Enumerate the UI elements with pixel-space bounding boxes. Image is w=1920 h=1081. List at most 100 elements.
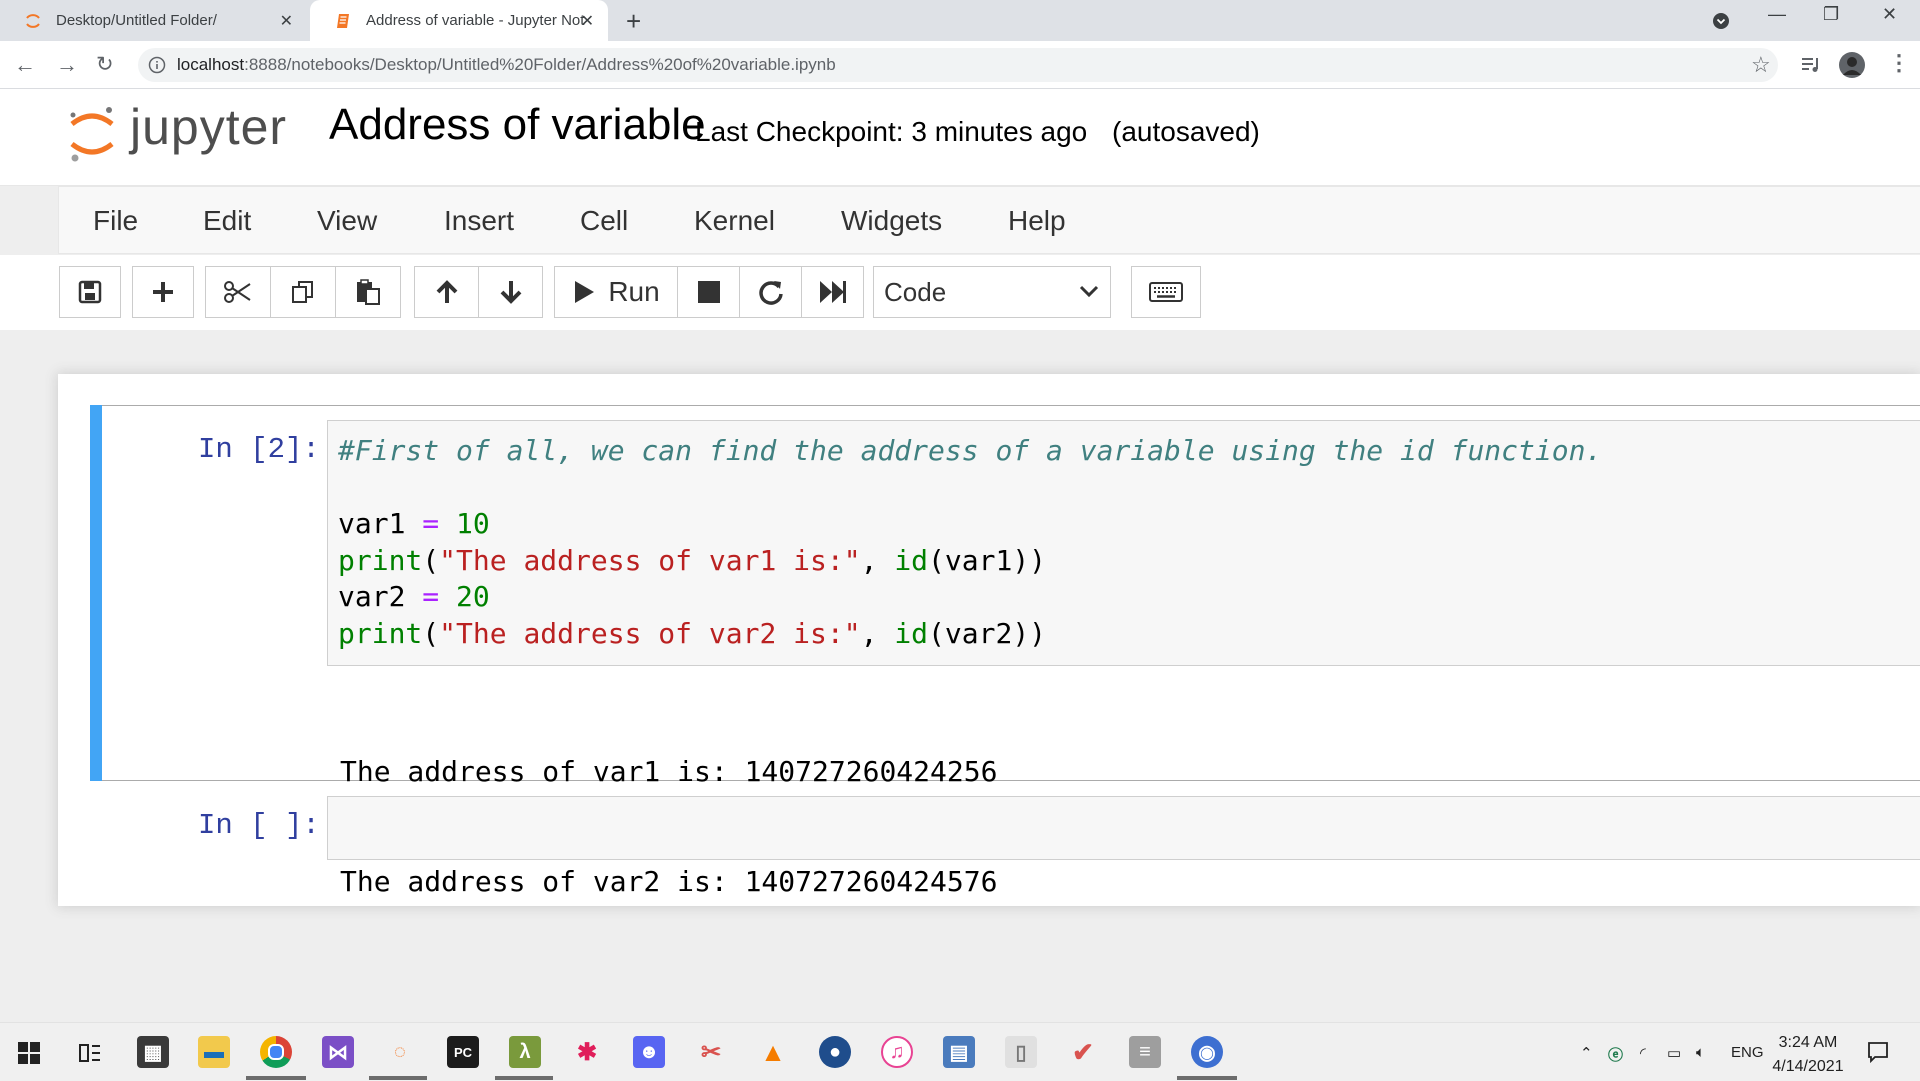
visual-studio-icon[interactable]: ⋈: [322, 1036, 354, 1068]
checklist-app-icon[interactable]: ✔: [1067, 1036, 1099, 1068]
jupyter-app-icon[interactable]: ◌: [384, 1036, 416, 1068]
lambda-app-icon[interactable]: λ: [509, 1036, 541, 1068]
notifications-icon[interactable]: [1866, 1040, 1890, 1064]
open-app-indicator: [1177, 1076, 1237, 1080]
wifi-icon[interactable]: ◜: [1640, 1044, 1646, 1062]
browser-tab-folder[interactable]: Desktop/Untitled Folder/ ✕: [0, 0, 307, 41]
media-control-icon[interactable]: [1800, 56, 1822, 74]
system-clock[interactable]: 3:24 AM 4/14/2021: [1768, 1031, 1848, 1079]
chevron-down-icon: [1079, 285, 1099, 298]
notebook-icon: [337, 13, 349, 28]
discord-icon[interactable]: ☻: [633, 1036, 665, 1068]
minimize-button[interactable]: —: [1768, 4, 1786, 25]
close-tab-icon[interactable]: ✕: [581, 11, 594, 31]
code-comment: #First of all, we can find the address o…: [338, 434, 1603, 467]
cell-type-select[interactable]: Code: [873, 266, 1111, 318]
language-indicator[interactable]: ENG: [1731, 1044, 1764, 1061]
play-icon: [575, 281, 595, 303]
store-icon[interactable]: ▦: [137, 1036, 169, 1068]
save-icon: [78, 280, 102, 304]
jupyter-logo-text[interactable]: jupyter: [130, 98, 287, 156]
reload-icon[interactable]: ↻: [96, 52, 114, 77]
media-app-icon[interactable]: ●: [819, 1036, 851, 1068]
menu-widgets[interactable]: Widgets: [841, 205, 942, 237]
keyboard-icon: [1149, 282, 1183, 302]
windows-start-icon[interactable]: [18, 1042, 40, 1064]
stop-icon: [697, 281, 720, 303]
battery-icon[interactable]: ▭: [1667, 1044, 1681, 1062]
menu-edit[interactable]: Edit: [203, 205, 251, 237]
slack-icon[interactable]: ✱: [571, 1036, 603, 1068]
itunes-icon[interactable]: ♫: [881, 1036, 913, 1068]
paste-icon: [357, 279, 380, 305]
calculator-icon[interactable]: ▤: [943, 1036, 975, 1068]
file-explorer-icon[interactable]: ▬: [198, 1036, 230, 1068]
active-app-indicator: [246, 1076, 306, 1080]
menu-kernel[interactable]: Kernel: [694, 205, 775, 237]
move-up-button[interactable]: [414, 266, 479, 318]
settings-app-icon[interactable]: ◉: [1191, 1036, 1223, 1068]
run-label: Run: [608, 276, 660, 307]
jupyter-spinner-icon: [26, 13, 40, 28]
snipping-tool-icon[interactable]: ✂: [695, 1036, 727, 1068]
menu-view[interactable]: View: [317, 205, 377, 237]
move-down-button[interactable]: [478, 266, 543, 318]
code-line: print("The address of var2 is:", id(var2…: [338, 616, 1047, 650]
avatar[interactable]: [1838, 51, 1866, 79]
notes-app-icon[interactable]: ≡: [1129, 1036, 1161, 1068]
output-line: The address of var2 is: 140727260424576: [340, 864, 998, 898]
clock-time: 3:24 AM: [1778, 1034, 1838, 1051]
browser-tab-notebook[interactable]: Address of variable - Jupyter Not ✕: [310, 0, 608, 41]
pycharm-icon[interactable]: PC: [447, 1036, 479, 1068]
save-button[interactable]: [59, 266, 121, 318]
autosave-status: (autosaved): [1112, 116, 1260, 147]
notebook-title[interactable]: Address of variable: [329, 100, 706, 150]
restart-run-all-button[interactable]: [801, 266, 864, 318]
interrupt-button[interactable]: [677, 266, 740, 318]
restart-icon: [758, 281, 783, 305]
code-line: var2 = 20: [338, 580, 490, 613]
menu-bar: File Edit View Insert Cell Kernel Widget…: [58, 186, 1920, 254]
menu-insert[interactable]: Insert: [444, 205, 514, 237]
paste-button[interactable]: [335, 266, 401, 318]
profile-dropdown-icon[interactable]: [1712, 12, 1730, 30]
new-tab-button[interactable]: +: [626, 6, 641, 37]
url-host: localhost: [177, 55, 245, 74]
arrow-down-icon: [500, 281, 521, 304]
bookmark-star-icon[interactable]: ☆: [1751, 52, 1771, 78]
back-icon[interactable]: ←: [14, 52, 36, 78]
code-line: var1 = 10: [338, 507, 490, 540]
volume-icon[interactable]: 🔈︎: [1696, 1044, 1705, 1061]
close-window-button[interactable]: ✕: [1882, 4, 1897, 25]
forward-icon[interactable]: →: [56, 52, 78, 78]
input-prompt-empty: In [ ]:: [198, 809, 320, 842]
command-palette-button[interactable]: [1131, 266, 1201, 318]
restart-button[interactable]: [739, 266, 802, 318]
close-tab-icon[interactable]: ✕: [280, 11, 293, 31]
code-text[interactable]: #First of all, we can find the address o…: [338, 433, 1602, 652]
vlc-icon[interactable]: ▲: [757, 1036, 789, 1068]
copy-button[interactable]: [270, 266, 336, 318]
cut-button[interactable]: [205, 266, 271, 318]
menu-file[interactable]: File: [93, 205, 138, 237]
menu-help[interactable]: Help: [1008, 205, 1066, 237]
url-path: :8888/notebooks/Desktop/Untitled%20Folde…: [244, 55, 836, 74]
tray-app-icon[interactable]: ⓔ: [1608, 1044, 1623, 1065]
empty-code-editor[interactable]: [327, 796, 1920, 860]
jupyter-logo-icon[interactable]: [66, 102, 118, 164]
input-prompt: In [2]:: [198, 433, 320, 466]
copy-icon: [292, 281, 313, 303]
url-text: localhost:8888/notebooks/Desktop/Untitle…: [177, 55, 836, 75]
insert-cell-button[interactable]: [132, 266, 194, 318]
show-hidden-icons-icon[interactable]: ⌃: [1580, 1044, 1593, 1062]
task-view-icon[interactable]: [78, 1042, 102, 1064]
chrome-icon[interactable]: [260, 1036, 292, 1068]
site-info-icon[interactable]: [148, 56, 166, 74]
output-line: The address of var1 is: 140727260424256: [340, 755, 998, 788]
run-button[interactable]: Run: [554, 266, 678, 318]
kebab-menu-icon[interactable]: ⋮: [1888, 50, 1910, 76]
open-app-indicator: [495, 1076, 553, 1080]
restore-button[interactable]: ❐: [1823, 4, 1839, 25]
menu-cell[interactable]: Cell: [580, 205, 628, 237]
device-app-icon[interactable]: ▯: [1005, 1036, 1037, 1068]
